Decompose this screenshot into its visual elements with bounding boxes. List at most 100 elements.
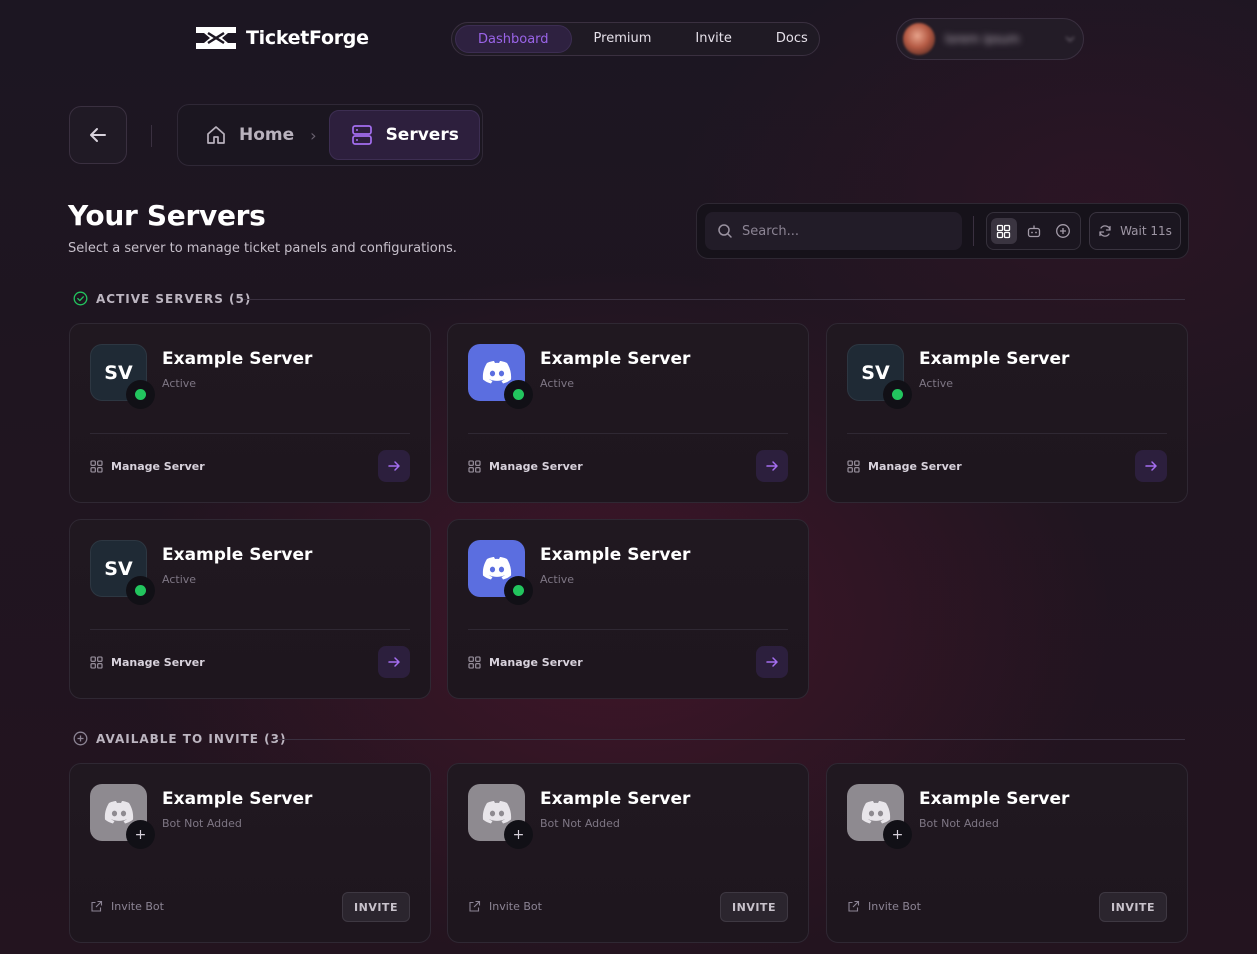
manage-server-link[interactable]: Manage Server bbox=[468, 460, 583, 473]
divider bbox=[90, 433, 410, 434]
divider bbox=[973, 216, 974, 246]
nav-docs[interactable]: Docs bbox=[754, 25, 830, 53]
discord-icon bbox=[482, 800, 511, 823]
online-status-indicator bbox=[504, 576, 533, 605]
page-subtitle: Select a server to manage ticket panels … bbox=[68, 241, 457, 256]
server-card[interactable]: SV Example Server Active Manage Server bbox=[69, 323, 431, 503]
divider bbox=[273, 739, 1185, 740]
server-name: Example Server bbox=[540, 349, 691, 369]
grid-icon bbox=[997, 224, 1011, 238]
chevron-right-icon: › bbox=[310, 125, 317, 145]
external-link-icon bbox=[91, 900, 103, 912]
server-card[interactable]: SV Example Server Active Manage Server bbox=[826, 323, 1188, 503]
search-icon bbox=[718, 224, 732, 238]
page-title: Your Servers bbox=[68, 199, 266, 232]
open-server-button[interactable] bbox=[378, 646, 410, 678]
invite-server-card[interactable]: + Example Server Bot Not Added Invite Bo… bbox=[69, 763, 431, 943]
main-nav: Dashboard Premium Invite Docs bbox=[451, 22, 820, 56]
divider bbox=[151, 125, 152, 147]
external-link-icon bbox=[469, 900, 481, 912]
discord-icon bbox=[482, 556, 511, 579]
grid-icon bbox=[90, 460, 103, 473]
search-input[interactable] bbox=[742, 223, 942, 239]
brand-logo[interactable]: TicketForge bbox=[194, 24, 369, 52]
back-button[interactable] bbox=[69, 106, 127, 164]
add-server-button[interactable] bbox=[1050, 218, 1076, 244]
server-icon bbox=[351, 125, 372, 145]
invite-bot-link[interactable]: Invite Bot bbox=[847, 900, 921, 913]
user-name: lorem ipsum bbox=[945, 32, 1020, 46]
discord-icon bbox=[104, 800, 133, 823]
divider bbox=[468, 629, 788, 630]
invite-server-card[interactable]: + Example Server Bot Not Added Invite Bo… bbox=[826, 763, 1188, 943]
nav-invite[interactable]: Invite bbox=[673, 25, 753, 53]
manage-server-link[interactable]: Manage Server bbox=[847, 460, 962, 473]
arrow-right-icon bbox=[388, 461, 400, 471]
nav-premium[interactable]: Premium bbox=[572, 25, 674, 53]
invite-button[interactable]: INVITE bbox=[1099, 892, 1167, 922]
bot-filter-button[interactable] bbox=[1021, 218, 1047, 244]
server-status: Bot Not Added bbox=[919, 817, 999, 830]
arrow-right-icon bbox=[766, 461, 778, 471]
arrow-left-icon bbox=[90, 128, 106, 142]
server-status: Active bbox=[162, 573, 197, 586]
server-name: Example Server bbox=[162, 349, 313, 369]
search-box bbox=[705, 212, 962, 250]
server-toolbar: Wait 11s bbox=[696, 203, 1189, 259]
online-status-indicator bbox=[126, 380, 155, 409]
open-server-button[interactable] bbox=[1135, 450, 1167, 482]
server-card[interactable]: SV Example Server Active Manage Server bbox=[69, 519, 431, 699]
server-status: Active bbox=[540, 573, 575, 586]
plus-badge-icon: + bbox=[504, 820, 533, 849]
grid-icon bbox=[468, 656, 481, 669]
plus-circle-icon bbox=[1056, 224, 1071, 238]
manage-server-link[interactable]: Manage Server bbox=[90, 656, 205, 669]
online-status-indicator bbox=[883, 380, 912, 409]
server-name: Example Server bbox=[919, 789, 1070, 809]
server-status: Active bbox=[162, 377, 197, 390]
online-status-indicator bbox=[126, 576, 155, 605]
breadcrumb-current[interactable]: Servers bbox=[328, 110, 480, 160]
server-card[interactable]: Example Server Active Manage Server bbox=[447, 519, 809, 699]
server-name: Example Server bbox=[540, 789, 691, 809]
arrow-right-icon bbox=[766, 657, 778, 667]
grid-view-button[interactable] bbox=[991, 218, 1017, 244]
invite-server-card[interactable]: + Example Server Bot Not Added Invite Bo… bbox=[447, 763, 809, 943]
section-label: ACTIVE SERVERS (5) bbox=[96, 291, 252, 306]
invite-button[interactable]: INVITE bbox=[342, 892, 410, 922]
online-status-indicator bbox=[504, 380, 533, 409]
open-server-button[interactable] bbox=[378, 450, 410, 482]
server-name: Example Server bbox=[540, 545, 691, 565]
breadcrumb-home-label: Home bbox=[239, 125, 295, 145]
invite-bot-link[interactable]: Invite Bot bbox=[90, 900, 164, 913]
brand-name: TicketForge bbox=[246, 27, 369, 49]
open-server-button[interactable] bbox=[756, 450, 788, 482]
open-server-button[interactable] bbox=[756, 646, 788, 678]
discord-icon bbox=[861, 800, 890, 823]
active-servers-header: ACTIVE SERVERS (5) bbox=[73, 291, 251, 306]
divider bbox=[90, 629, 410, 630]
breadcrumb: Home › Servers bbox=[177, 104, 483, 166]
plus-badge-icon: + bbox=[883, 820, 912, 849]
breadcrumb-home[interactable]: Home bbox=[183, 124, 308, 146]
divider bbox=[468, 433, 788, 434]
section-label: AVAILABLE TO INVITE (3) bbox=[96, 731, 287, 746]
server-name: Example Server bbox=[162, 545, 313, 565]
arrow-right-icon bbox=[388, 657, 400, 667]
manage-server-link[interactable]: Manage Server bbox=[468, 656, 583, 669]
refresh-icon bbox=[1099, 225, 1111, 237]
breadcrumb-current-label: Servers bbox=[385, 125, 459, 145]
avatar bbox=[903, 23, 935, 55]
server-status: Active bbox=[540, 377, 575, 390]
refresh-button[interactable]: Wait 11s bbox=[1089, 212, 1181, 250]
home-icon bbox=[207, 126, 225, 144]
plus-badge-icon: + bbox=[126, 820, 155, 849]
nav-dashboard[interactable]: Dashboard bbox=[455, 25, 572, 53]
manage-server-link[interactable]: Manage Server bbox=[90, 460, 205, 473]
server-name: Example Server bbox=[162, 789, 313, 809]
server-card[interactable]: Example Server Active Manage Server bbox=[447, 323, 809, 503]
invite-button[interactable]: INVITE bbox=[720, 892, 788, 922]
invite-bot-link[interactable]: Invite Bot bbox=[468, 900, 542, 913]
user-menu[interactable]: lorem ipsum bbox=[896, 18, 1084, 60]
check-circle-icon bbox=[73, 291, 88, 306]
